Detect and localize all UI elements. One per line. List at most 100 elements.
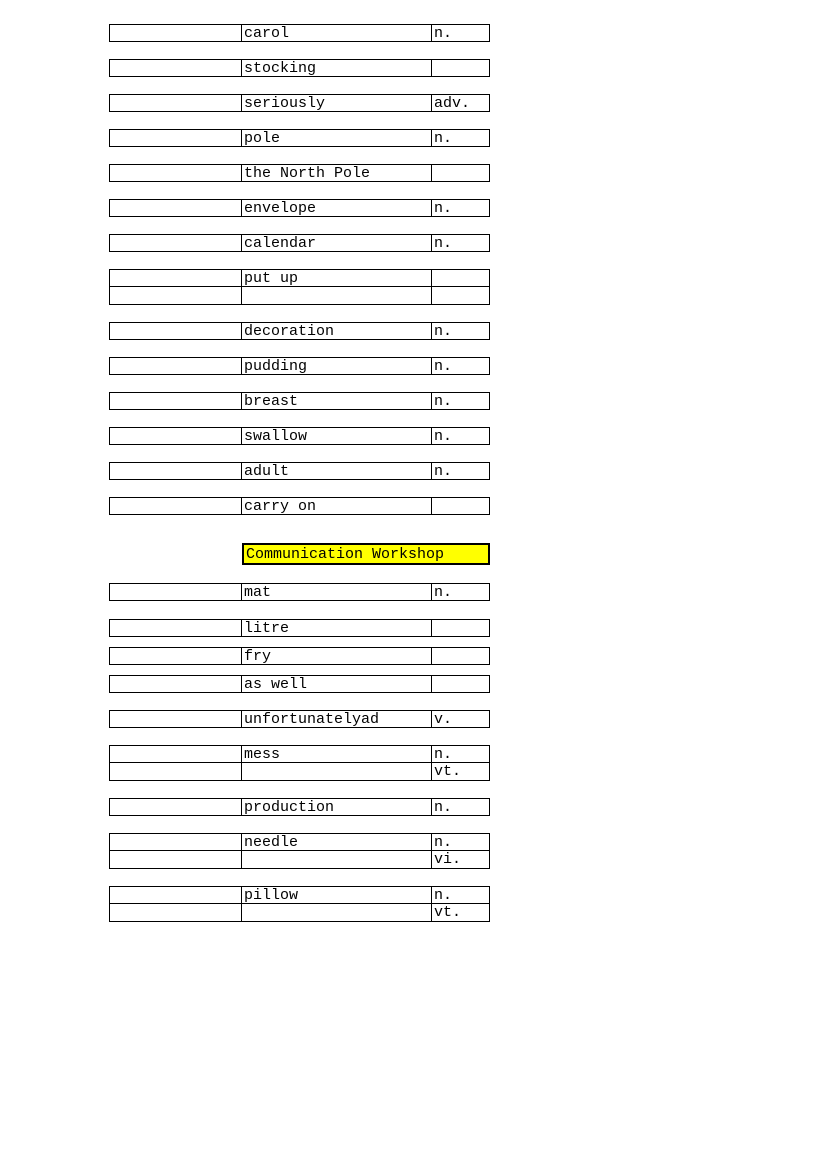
cell-col1 [109, 833, 242, 851]
cell-pos: n. [432, 745, 490, 763]
cell-pos: n. [432, 392, 490, 410]
cell-col1 [109, 269, 242, 287]
table-row: vt. [109, 763, 827, 781]
vocab-entry: decorationn. [109, 322, 827, 340]
cell-word: needle [242, 833, 432, 851]
table-row: messn. [109, 745, 827, 763]
cell-pos: n. [432, 798, 490, 816]
cell-word: litre [242, 619, 432, 637]
cell-word: pudding [242, 357, 432, 375]
cell-col1 [109, 497, 242, 515]
table-row: caroln. [109, 24, 827, 42]
vocab-entry: calendarn. [109, 234, 827, 252]
table-row: pillown. [109, 886, 827, 904]
cell-col1 [109, 647, 242, 665]
vocab-entry: pillown.vt. [109, 886, 827, 922]
cell-col1 [109, 94, 242, 112]
cell-word: mess [242, 745, 432, 763]
table-row: adultn. [109, 462, 827, 480]
cell-col1 [109, 462, 242, 480]
cell-pos [432, 164, 490, 182]
cell-pos: n. [432, 583, 490, 601]
cell-col1 [109, 710, 242, 728]
cell-word [242, 287, 432, 305]
cell-pos: n. [432, 322, 490, 340]
cell-word: put up [242, 269, 432, 287]
vocab-entry: unfortunatelyadv. [109, 710, 827, 728]
cell-col1 [109, 164, 242, 182]
cell-col1 [109, 886, 242, 904]
vocab-entry: litre [109, 619, 827, 637]
vocab-entry: as well [109, 675, 827, 693]
vocab-entry: envelopen. [109, 199, 827, 217]
vocab-entry: needlen.vi. [109, 833, 827, 869]
table-row: the North Pole [109, 164, 827, 182]
table-row: carry on [109, 497, 827, 515]
cell-word: adult [242, 462, 432, 480]
table-row: litre [109, 619, 827, 637]
table-row: as well [109, 675, 827, 693]
cell-word: fry [242, 647, 432, 665]
vocab-entry: fry [109, 647, 827, 665]
cell-word: unfortunatelyad [242, 710, 432, 728]
cell-pos [432, 675, 490, 693]
table-row: unfortunatelyadv. [109, 710, 827, 728]
section-heading: Communication Workshop [242, 543, 490, 565]
cell-word: carry on [242, 497, 432, 515]
table-row: productionn. [109, 798, 827, 816]
cell-col1 [109, 798, 242, 816]
cell-word: stocking [242, 59, 432, 77]
vocab-entry: stocking [109, 59, 827, 77]
cell-pos: n. [432, 833, 490, 851]
cell-pos: vt. [432, 763, 490, 781]
cell-pos [432, 59, 490, 77]
vocab-entry: messn.vt. [109, 745, 827, 781]
cell-word: envelope [242, 199, 432, 217]
cell-col1 [109, 24, 242, 42]
cell-pos: n. [432, 886, 490, 904]
cell-pos [432, 497, 490, 515]
cell-col1 [109, 59, 242, 77]
cell-word: the North Pole [242, 164, 432, 182]
cell-word [242, 851, 432, 869]
cell-col1 [109, 129, 242, 147]
table-row: swallown. [109, 427, 827, 445]
cell-pos: n. [432, 199, 490, 217]
table-row: puddingn. [109, 357, 827, 375]
cell-pos: n. [432, 427, 490, 445]
vocab-list-1: caroln.stockingseriouslyadv.polen.the No… [0, 24, 827, 515]
page: caroln.stockingseriouslyadv.polen.the No… [0, 0, 827, 1170]
cell-pos: vi. [432, 851, 490, 869]
cell-word: production [242, 798, 432, 816]
cell-word: pole [242, 129, 432, 147]
cell-col1 [109, 427, 242, 445]
cell-pos: v. [432, 710, 490, 728]
cell-pos [432, 647, 490, 665]
cell-pos [432, 269, 490, 287]
vocab-entry: matn. [109, 583, 827, 601]
cell-pos: n. [432, 462, 490, 480]
cell-col1 [109, 583, 242, 601]
cell-col1 [109, 851, 242, 869]
cell-pos [432, 619, 490, 637]
vocab-entry: breastn. [109, 392, 827, 410]
table-row: needlen. [109, 833, 827, 851]
cell-col1 [109, 619, 242, 637]
cell-pos: n. [432, 357, 490, 375]
cell-col1 [109, 322, 242, 340]
table-row: seriouslyadv. [109, 94, 827, 112]
vocab-entry: the North Pole [109, 164, 827, 182]
cell-word [242, 763, 432, 781]
cell-pos [432, 287, 490, 305]
cell-col1 [109, 904, 242, 922]
cell-word: breast [242, 392, 432, 410]
table-row: breastn. [109, 392, 827, 410]
cell-word: swallow [242, 427, 432, 445]
vocab-entry: swallown. [109, 427, 827, 445]
table-row [109, 287, 827, 305]
cell-col1 [109, 392, 242, 410]
vocab-entry: productionn. [109, 798, 827, 816]
vocab-entry: adultn. [109, 462, 827, 480]
cell-word [242, 904, 432, 922]
vocab-entry: put up [109, 269, 827, 305]
